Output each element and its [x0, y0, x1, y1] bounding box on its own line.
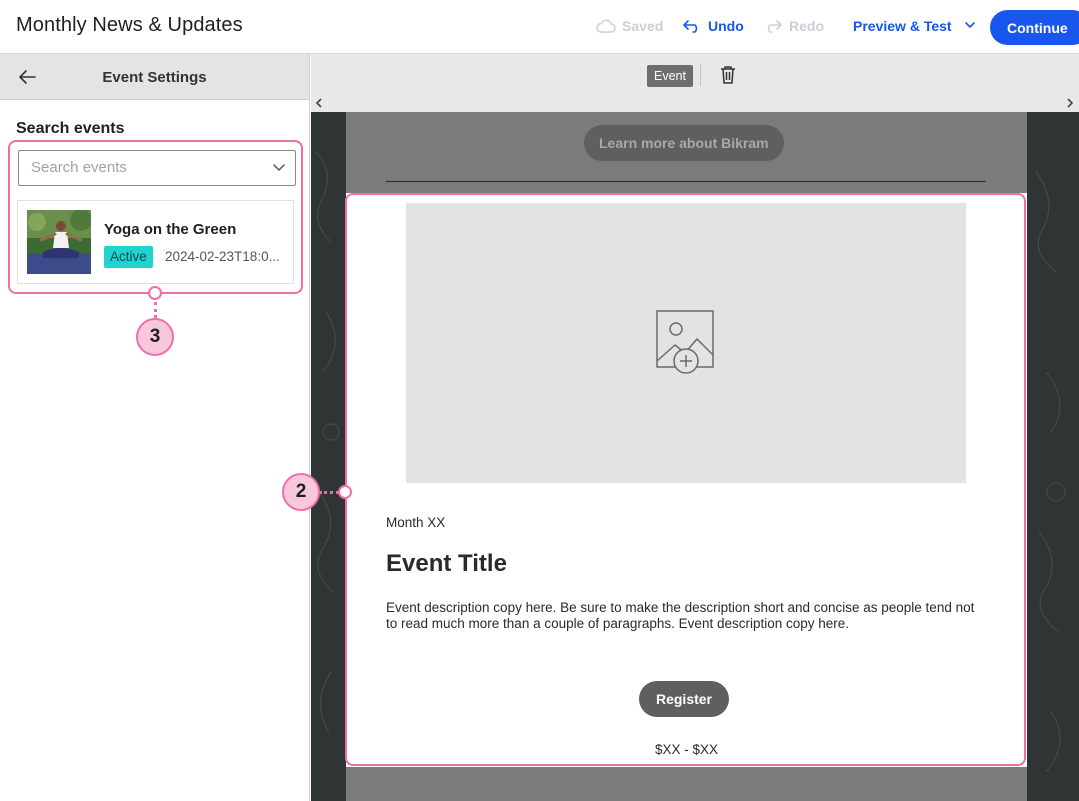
top-bar: Monthly News & Updates Saved Undo Redo P…: [0, 0, 1079, 54]
scroll-right-icon[interactable]: [1065, 97, 1075, 109]
app-title: Monthly News & Updates: [16, 14, 243, 36]
redo-label: Redo: [789, 18, 824, 34]
redo-icon: [767, 20, 782, 33]
undo-label: Undo: [708, 18, 744, 34]
panel-title: Event Settings: [102, 69, 207, 86]
learn-more-block[interactable]: Learn more about Bikram: [346, 112, 1027, 193]
cloud-icon: [596, 19, 616, 33]
divider-line: [386, 181, 986, 182]
highlight-box-search: [8, 140, 303, 294]
toolbar-divider: [700, 64, 701, 86]
continue-button[interactable]: Continue: [990, 10, 1079, 45]
callout-connector: [319, 491, 339, 494]
trash-icon[interactable]: [719, 65, 737, 85]
callout-dot: [148, 286, 162, 300]
learn-more-button[interactable]: Learn more about Bikram: [584, 125, 784, 161]
saved-status: Saved: [596, 18, 663, 34]
selected-element-tag: Event: [647, 65, 693, 87]
preview-label: Preview & Test: [853, 18, 952, 34]
highlight-box-event-block: [345, 193, 1026, 766]
preview-test-dropdown[interactable]: Preview & Test: [853, 18, 980, 34]
callout-connector: [154, 302, 157, 318]
panel-header: Event Settings: [0, 54, 309, 100]
callout-badge-3: 3: [136, 318, 174, 356]
next-block[interactable]: [346, 767, 1027, 801]
chevron-down-icon: [964, 22, 975, 29]
scroll-left-icon[interactable]: [314, 97, 324, 109]
canvas-toolbar: Event: [311, 54, 1079, 112]
callout-badge-2: 2: [282, 473, 320, 511]
callout-dot: [338, 485, 352, 499]
undo-button[interactable]: Undo: [682, 18, 744, 34]
search-events-heading: Search events: [16, 120, 125, 137]
saved-label: Saved: [622, 18, 664, 34]
undo-icon: [683, 20, 698, 33]
redo-button[interactable]: Redo: [763, 18, 824, 34]
